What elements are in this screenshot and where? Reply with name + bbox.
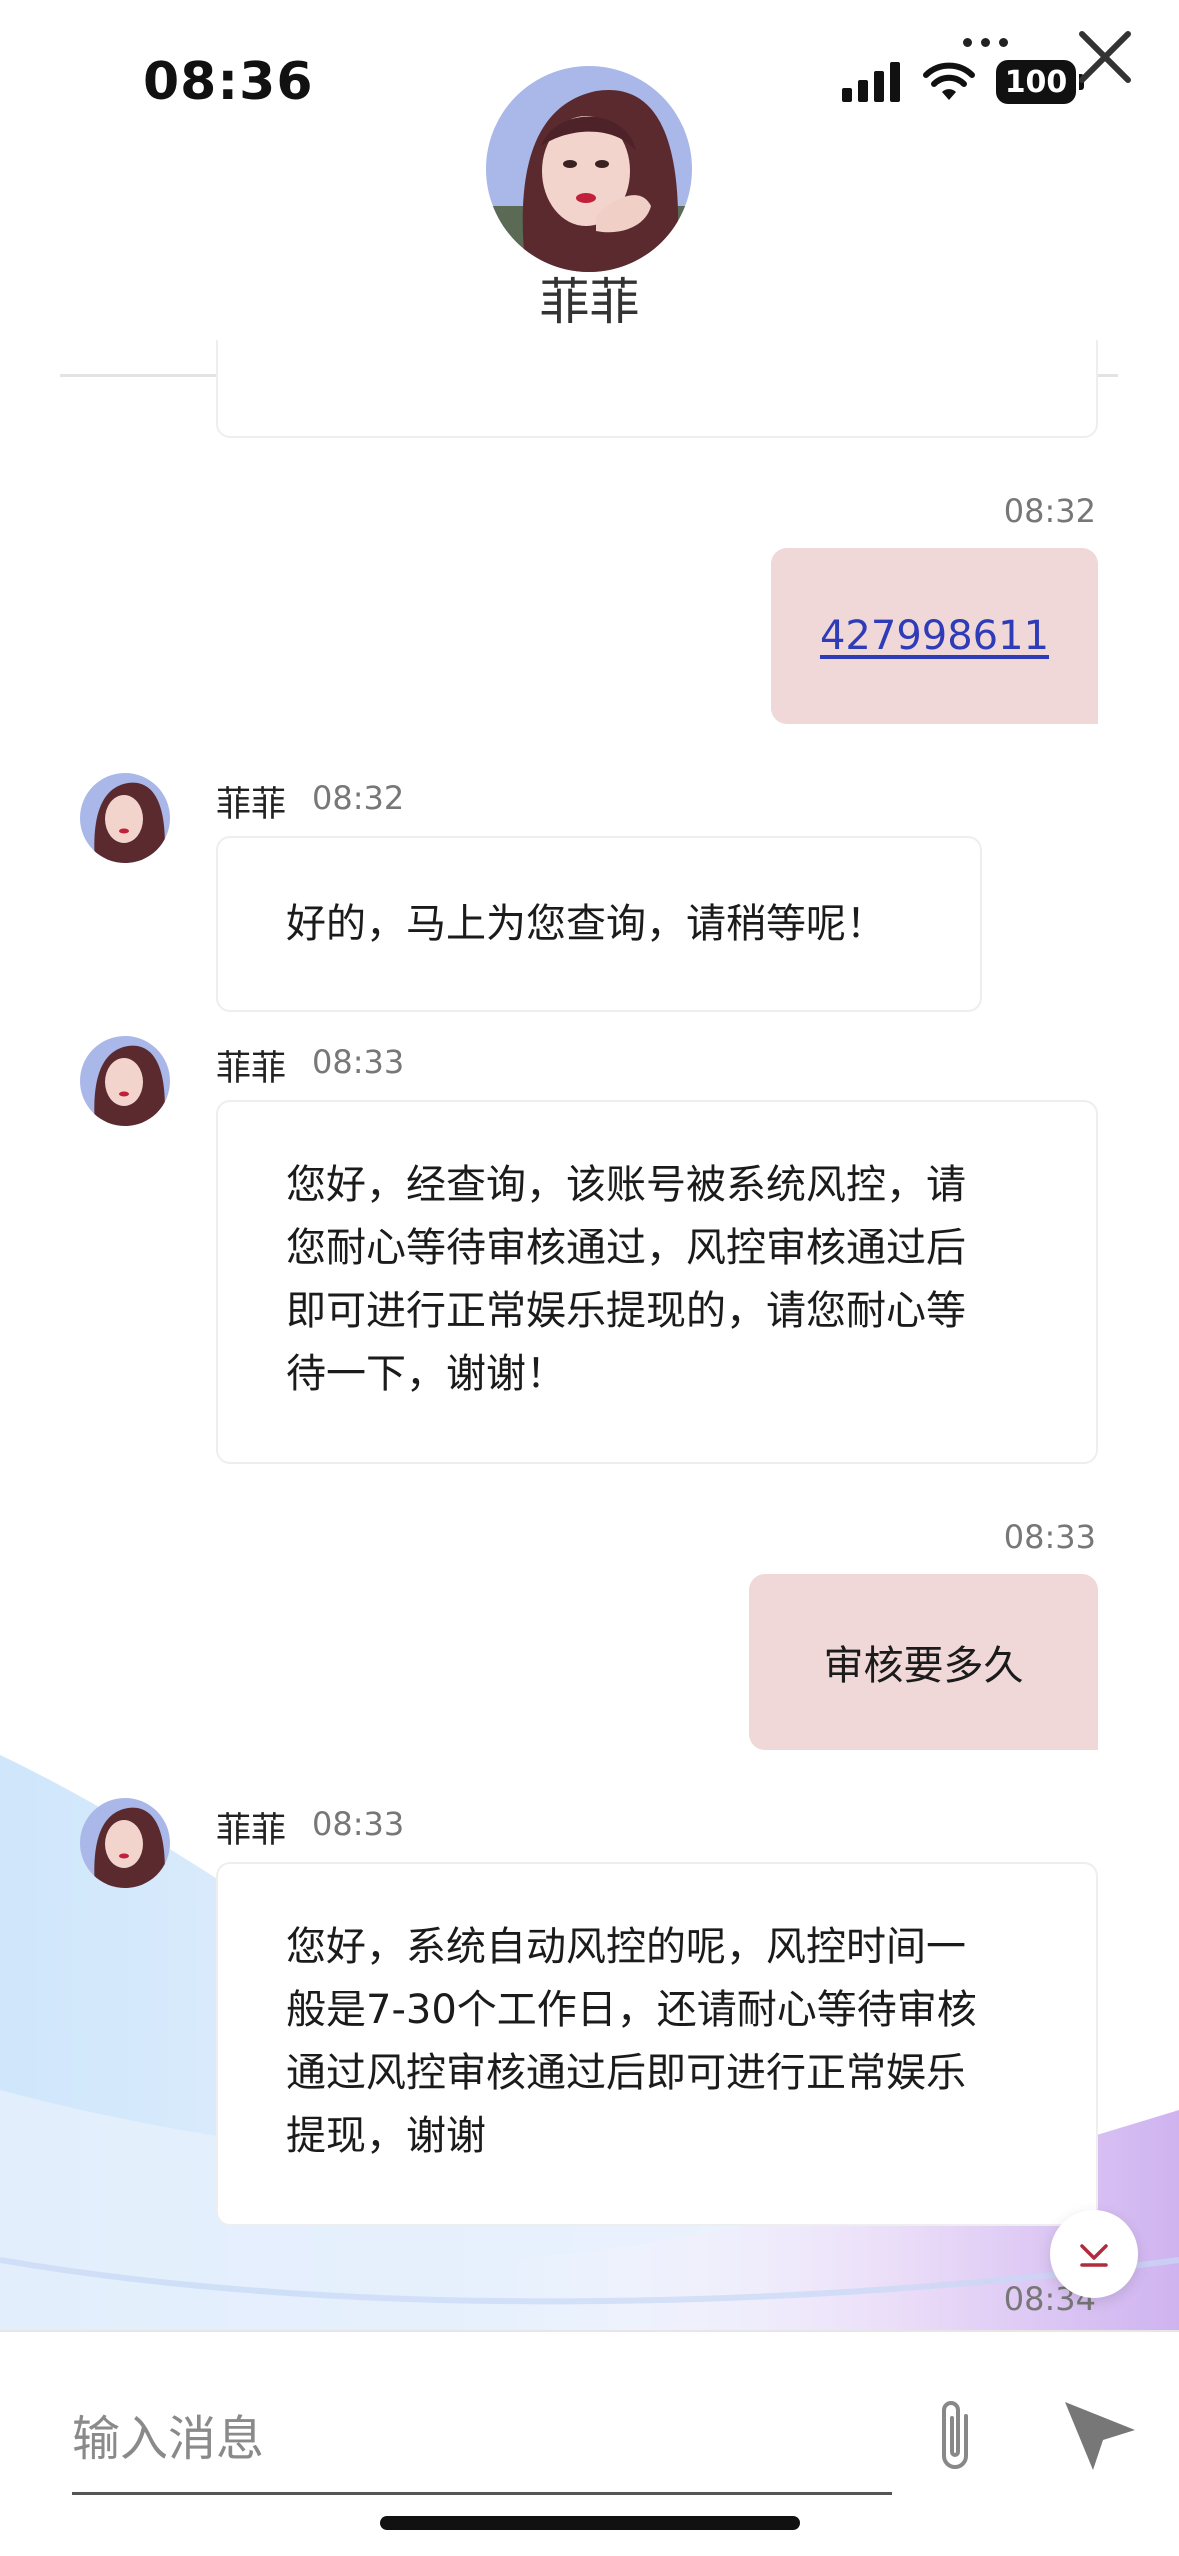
message-time: 08:33 <box>312 1043 405 1081</box>
message-line: 待一下，谢谢！ <box>286 1351 566 1397</box>
message-line: 即可进行正常娱乐提现的，请您耐心等 <box>286 1288 966 1334</box>
message-sender-name: 菲菲 <box>216 1049 287 1089</box>
more-icon[interactable] <box>955 30 1015 54</box>
message-time: 08:33 <box>1003 1518 1096 1556</box>
agent-avatar-small <box>80 1036 170 1126</box>
incoming-message-bubble: 您好，经查询，该账号被系统风控，请 您耐心等待审核通过，风控审核通过后 即可进行… <box>216 1100 1098 1464</box>
header-agent-name: 菲菲 <box>539 273 640 331</box>
message-line: 般是7-30个工作日，还请耐心等待审核 <box>286 1987 977 2033</box>
close-icon <box>1079 31 1131 83</box>
agent-avatar-small <box>80 1798 170 1888</box>
status-time: 08:36 <box>143 52 314 112</box>
wifi-icon <box>923 62 975 100</box>
message-text: 好的，马上为您查询，请稍等呢！ <box>286 900 886 947</box>
message-line: 您好，系统自动风控的呢，风控时间一 <box>286 1924 966 1970</box>
message-time: 08:32 <box>1003 492 1096 530</box>
send-icon <box>1065 2402 1135 2470</box>
message-line: 通过风控审核通过后即可进行正常娱乐 <box>286 2050 966 2096</box>
close-button[interactable] <box>1070 22 1140 92</box>
message-time: 08:33 <box>312 1805 405 1843</box>
chevron-down-icon <box>1080 2244 1108 2267</box>
agent-avatar-small <box>80 773 170 863</box>
outgoing-message-bubble: 审核要多久 <box>749 1574 1098 1750</box>
battery-indicator: 100 <box>996 60 1084 104</box>
paperclip-icon <box>942 2401 968 2469</box>
message-line: 您耐心等待审核通过，风控审核通过后 <box>286 1225 966 1271</box>
scroll-to-bottom-button[interactable] <box>1050 2210 1138 2298</box>
signal-icon <box>842 62 900 102</box>
message-line: 提现，谢谢 <box>286 2113 486 2159</box>
outgoing-message-bubble: 427998611 <box>771 548 1098 724</box>
message-link[interactable]: 427998611 <box>820 613 1049 659</box>
message-sender-name: 菲菲 <box>216 1811 287 1851</box>
attach-button[interactable] <box>920 2390 990 2480</box>
message-time: 08:32 <box>312 779 405 817</box>
incoming-message-bubble: 好的，马上为您查询，请稍等呢！ <box>216 836 982 1012</box>
agent-avatar <box>486 66 692 272</box>
message-text: 审核要多久 <box>823 1643 1024 1689</box>
send-button[interactable] <box>1055 2390 1145 2480</box>
home-indicator <box>380 2516 800 2530</box>
message-input[interactable] <box>72 2385 892 2495</box>
message-line: 您好，经查询，该账号被系统风控，请 <box>286 1162 966 1208</box>
message-sender-name: 菲菲 <box>216 785 287 825</box>
incoming-message-bubble: 您好，系统自动风控的呢，风控时间一 般是7-30个工作日，还请耐心等待审核 通过… <box>216 1862 1098 2226</box>
status-icons: 100 <box>842 52 1084 112</box>
previous-message-bubble <box>216 340 1098 438</box>
